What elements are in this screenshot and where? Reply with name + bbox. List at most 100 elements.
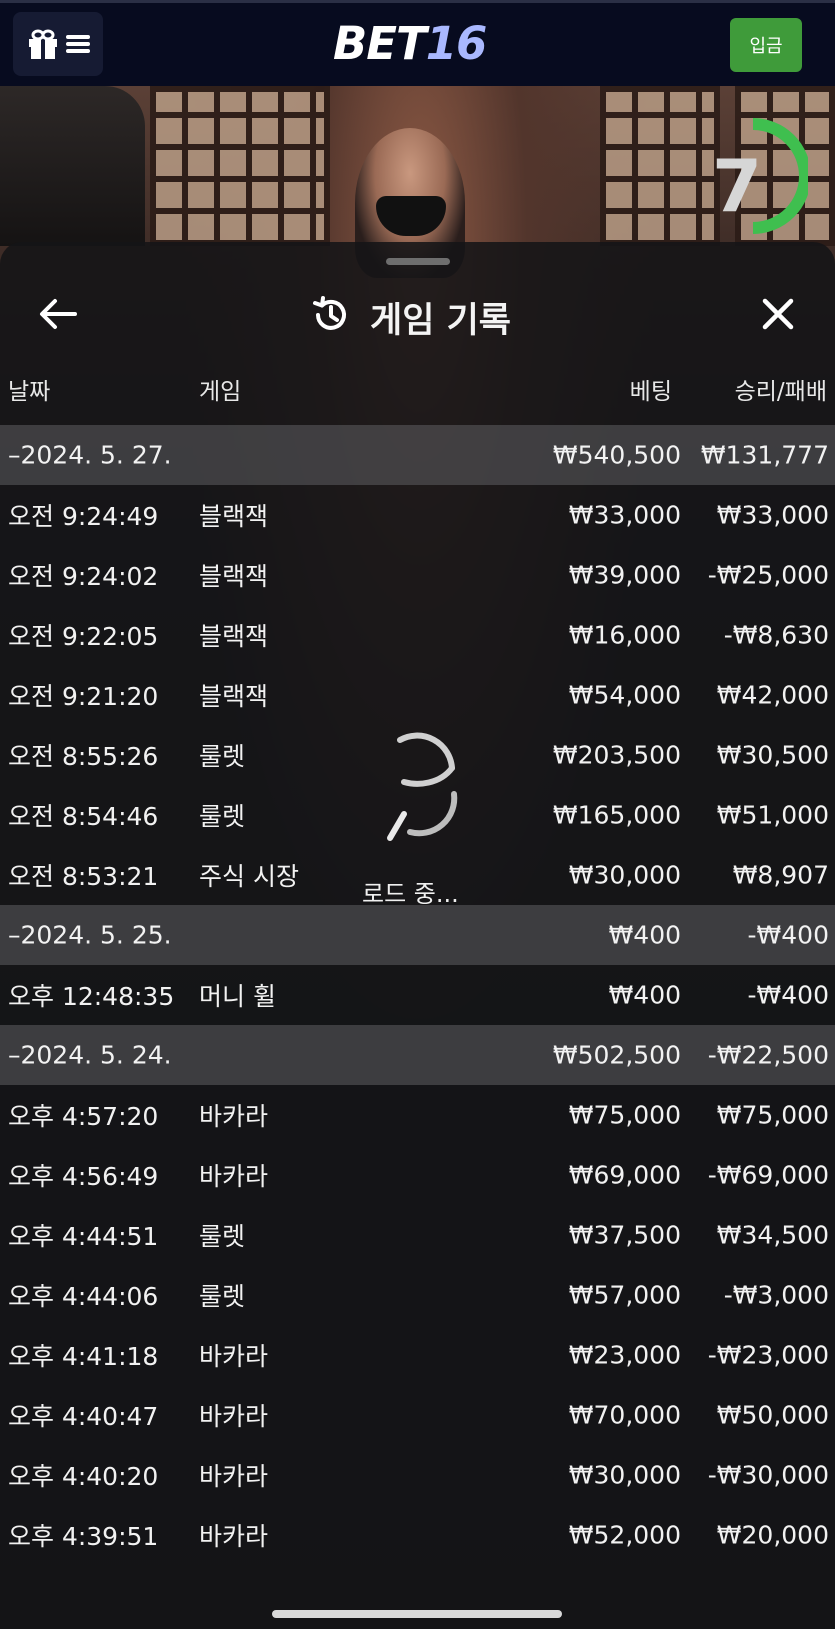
history-list: –2024. 5. 27. ₩540,500 ₩131,777 오전 9:24:…	[0, 425, 835, 1565]
back-arrow-icon	[39, 298, 77, 334]
group-result-total: -₩22,500	[707, 1040, 829, 1070]
column-header-game: 게임	[199, 379, 242, 405]
top-bar: BET16 입금	[0, 0, 835, 86]
row-bet: ₩165,000	[552, 800, 681, 830]
row-bet: ₩30,000	[568, 860, 681, 890]
history-row[interactable]: 오전 9:22:05 블랙잭 ₩16,000 -₩8,630	[0, 605, 835, 665]
row-result: ₩8,907	[732, 860, 829, 890]
row-result: ₩34,500	[716, 1220, 829, 1250]
video-lattice-panel	[150, 86, 330, 246]
history-row[interactable]: 오전 9:21:20 블랙잭 ₩54,000 ₩42,000	[0, 665, 835, 725]
row-game: 바카라	[199, 1162, 269, 1191]
loading-text: 로드 중...	[362, 880, 459, 908]
app-screen: BET16 입금 7 게임 기록 날짜 게임 베팅 승리/패배 –2024. 5…	[0, 0, 835, 1629]
row-time: 오후 12:48:35	[8, 982, 175, 1011]
gift-menu-button[interactable]	[13, 12, 103, 76]
row-bet: ₩203,500	[552, 740, 681, 770]
row-game: 룰렛	[199, 1222, 246, 1251]
history-row[interactable]: 오후 4:56:49 바카라 ₩69,000 -₩69,000	[0, 1145, 835, 1205]
group-date: –2024. 5. 25.	[8, 920, 172, 950]
row-result: -₩30,000	[707, 1460, 829, 1490]
row-bet: ₩54,000	[568, 680, 681, 710]
row-game: 바카라	[199, 1402, 269, 1431]
row-bet: ₩70,000	[568, 1400, 681, 1430]
group-result-total: ₩131,777	[700, 440, 829, 470]
history-row[interactable]: 오전 9:24:49 블랙잭 ₩33,000 ₩33,000	[0, 485, 835, 545]
loading-indicator: 로드 중...	[360, 728, 480, 918]
row-time: 오전 9:22:05	[8, 622, 159, 651]
row-time: 오후 4:40:47	[8, 1402, 159, 1431]
group-bet-total: ₩502,500	[552, 1040, 681, 1070]
row-game: 머니 휠	[199, 982, 276, 1011]
column-header-date: 날짜	[8, 379, 51, 405]
row-bet: ₩52,000	[568, 1520, 681, 1550]
row-bet: ₩75,000	[568, 1100, 681, 1130]
countdown-value: 7	[712, 144, 763, 228]
close-icon	[761, 297, 795, 335]
row-result: -₩25,000	[707, 560, 829, 590]
history-row[interactable]: 오후 4:40:47 바카라 ₩70,000 ₩50,000	[0, 1385, 835, 1445]
row-time: 오전 8:53:21	[8, 862, 159, 891]
brand-logo[interactable]: BET16	[333, 17, 488, 70]
date-group-header[interactable]: –2024. 5. 24. ₩502,500 -₩22,500	[0, 1025, 835, 1085]
history-icon	[310, 294, 352, 340]
group-date: –2024. 5. 24.	[8, 1040, 172, 1070]
row-time: 오후 4:44:06	[8, 1282, 159, 1311]
row-game: 블랙잭	[199, 502, 269, 531]
row-result: ₩75,000	[716, 1100, 829, 1130]
row-time: 오전 9:24:02	[8, 562, 159, 591]
sheet-title: 게임 기록	[370, 300, 511, 341]
row-result: -₩69,000	[707, 1160, 829, 1190]
row-time: 오후 4:44:51	[8, 1222, 159, 1251]
row-time: 오전 8:55:26	[8, 742, 159, 771]
deposit-button[interactable]: 입금	[730, 18, 802, 72]
history-row[interactable]: 오후 12:48:35 머니 휠 ₩400 -₩400	[0, 965, 835, 1025]
close-button[interactable]	[750, 288, 806, 344]
row-time: 오후 4:56:49	[8, 1162, 159, 1191]
column-header-result: 승리/패배	[734, 379, 827, 405]
row-game: 블랙잭	[199, 682, 269, 711]
row-bet: ₩33,000	[568, 500, 681, 530]
row-time: 오전 9:21:20	[8, 682, 159, 711]
date-group-header[interactable]: –2024. 5. 27. ₩540,500 ₩131,777	[0, 425, 835, 485]
back-button[interactable]	[30, 288, 86, 344]
logo-text-16: 16	[425, 17, 488, 70]
row-game: 룰렛	[199, 1282, 246, 1311]
row-bet: ₩39,000	[568, 560, 681, 590]
column-header-bet: 베팅	[629, 379, 672, 405]
row-game: 바카라	[199, 1102, 269, 1131]
logo-text-bet: BET	[333, 17, 427, 70]
history-row[interactable]: 오후 4:39:51 바카라 ₩52,000 ₩20,000	[0, 1505, 835, 1565]
history-row[interactable]: 오전 9:24:02 블랙잭 ₩39,000 -₩25,000	[0, 545, 835, 605]
row-time: 오후 4:39:51	[8, 1522, 159, 1551]
row-result: -₩8,630	[723, 620, 829, 650]
sheet-grabber[interactable]	[386, 258, 450, 265]
row-result: ₩33,000	[716, 500, 829, 530]
row-bet: ₩23,000	[568, 1340, 681, 1370]
home-indicator[interactable]	[272, 1610, 562, 1618]
row-bet: ₩16,000	[568, 620, 681, 650]
row-result: ₩42,000	[716, 680, 829, 710]
history-row[interactable]: 오후 4:57:20 바카라 ₩75,000 ₩75,000	[0, 1085, 835, 1145]
row-game: 바카라	[199, 1522, 269, 1551]
group-date: –2024. 5. 27.	[8, 440, 172, 470]
row-result: ₩51,000	[716, 800, 829, 830]
row-game: 주식 시장	[199, 862, 299, 891]
history-row[interactable]: 오후 4:44:51 룰렛 ₩37,500 ₩34,500	[0, 1205, 835, 1265]
sheet-header: 게임 기록	[0, 282, 835, 352]
history-row[interactable]: 오후 4:41:18 바카라 ₩23,000 -₩23,000	[0, 1325, 835, 1385]
sheet-title-group: 게임 기록	[310, 290, 511, 344]
row-time: 오전 9:24:49	[8, 502, 159, 531]
history-row[interactable]: 오후 4:40:20 바카라 ₩30,000 -₩30,000	[0, 1445, 835, 1505]
row-bet: ₩69,000	[568, 1160, 681, 1190]
menu-icon	[66, 33, 90, 55]
group-bet-total: ₩540,500	[552, 440, 681, 470]
video-person-left	[0, 86, 145, 246]
history-row[interactable]: 오후 4:44:06 룰렛 ₩57,000 -₩3,000	[0, 1265, 835, 1325]
row-time: 오전 8:54:46	[8, 802, 159, 831]
row-game: 룰렛	[199, 742, 246, 771]
row-result: -₩23,000	[707, 1340, 829, 1370]
row-time: 오후 4:41:18	[8, 1342, 159, 1371]
row-time: 오후 4:57:20	[8, 1102, 159, 1131]
row-bet: ₩400	[608, 980, 681, 1010]
